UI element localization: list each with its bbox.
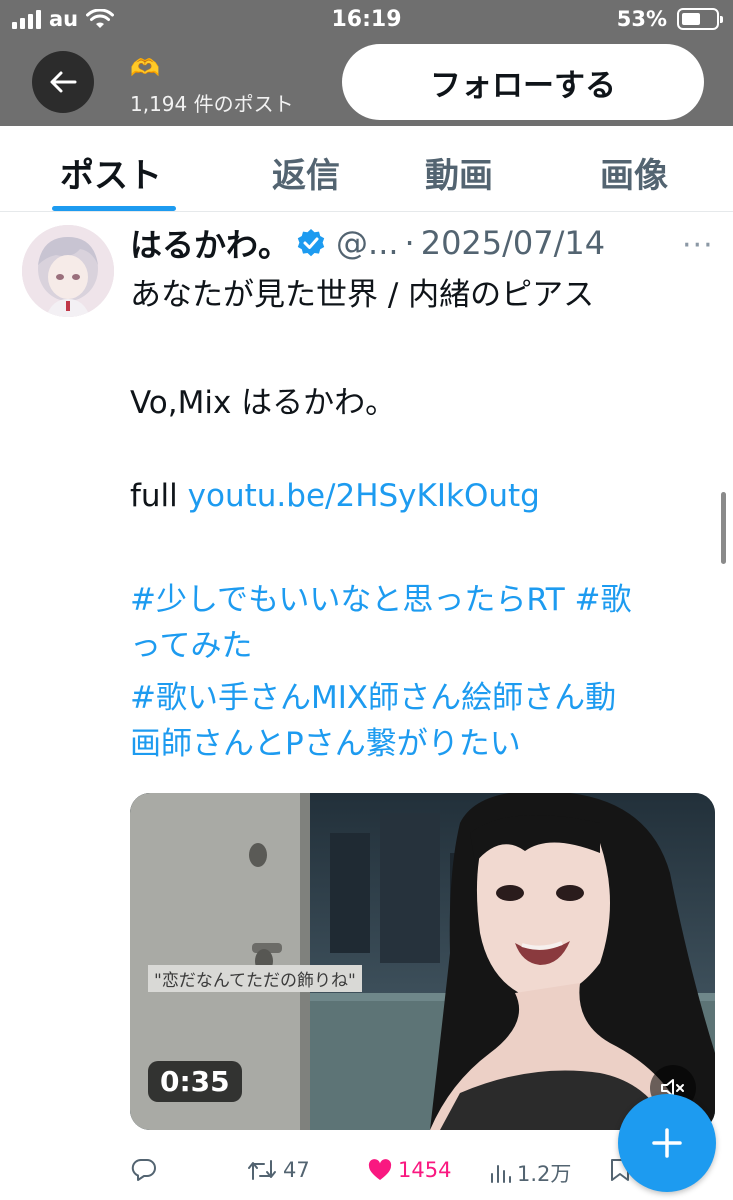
- post-text-line-3: full youtu.be/2HSyKIkOutg: [130, 473, 540, 519]
- more-options-icon[interactable]: ···: [682, 228, 714, 263]
- video-caption: "恋だなんてただの飾りね": [148, 965, 362, 992]
- youtube-link[interactable]: youtu.be/2HSyKIkOutg: [188, 478, 540, 514]
- reply-button[interactable]: [131, 1158, 157, 1182]
- back-arrow-icon: [50, 71, 77, 93]
- author-handle[interactable]: @...: [336, 224, 399, 262]
- battery-icon: [677, 8, 723, 30]
- status-right: 53%: [616, 7, 723, 31]
- hashtag-line-3[interactable]: #歌い手さんMIX師さん絵師さん動: [130, 675, 616, 721]
- scrollbar[interactable]: [721, 492, 726, 564]
- avatar-image: [22, 225, 114, 317]
- heart-icon: [368, 1159, 392, 1180]
- separator-dot: ·: [404, 224, 415, 262]
- post-header: はるかわ。 @... · 2025/07/14: [130, 222, 605, 264]
- reply-icon: [131, 1158, 156, 1181]
- retweet-button[interactable]: 47: [247, 1158, 310, 1182]
- tab-videos[interactable]: 動画: [425, 148, 493, 197]
- views-icon: [491, 1165, 511, 1183]
- battery-percent: 53%: [616, 7, 667, 31]
- like-count: 1454: [398, 1158, 452, 1182]
- post-text-line-2: Vo,Mix はるかわ。: [130, 385, 397, 421]
- plus-icon: [652, 1128, 682, 1158]
- retweet-count: 47: [283, 1158, 310, 1182]
- status-bar: au 16:19 53%: [0, 0, 733, 40]
- video-duration: 0:35: [148, 1061, 242, 1102]
- tab-posts[interactable]: ポスト: [60, 148, 162, 197]
- video-player[interactable]: "恋だなんてただの飾りね" 0:35: [130, 793, 715, 1130]
- retweet-icon: [248, 1160, 276, 1180]
- author-name[interactable]: はるかわ。: [130, 220, 290, 266]
- views-button[interactable]: 1.2万: [489, 1158, 571, 1188]
- compose-button[interactable]: [618, 1094, 716, 1192]
- follow-button[interactable]: フォローする: [342, 44, 704, 120]
- active-tab-indicator: [52, 206, 176, 211]
- hashtag-line-4[interactable]: 画師さんとPさん繋がりたい: [130, 721, 521, 767]
- profile-tabs: ポスト 返信 動画 画像: [0, 126, 733, 212]
- full-label: full: [130, 478, 178, 514]
- avatar[interactable]: [22, 225, 114, 317]
- post-text-line-1: あなたが見た世界 / 内緒のピアス: [130, 277, 595, 313]
- hashtag-line-1[interactable]: #少しでもいいなと思ったらRT #歌: [130, 577, 631, 623]
- post-count: 1,194 件のポスト: [130, 92, 294, 116]
- tab-images[interactable]: 画像: [600, 148, 668, 197]
- profile-header: 🫶 1,194 件のポスト フォローする: [0, 40, 733, 126]
- verified-badge-icon: [297, 229, 325, 257]
- view-count: 1.2万: [517, 1162, 572, 1186]
- profile-emoji: 🫶: [130, 54, 160, 82]
- back-button[interactable]: [32, 51, 94, 113]
- hashtag-line-2[interactable]: ってみた: [130, 623, 252, 669]
- like-button[interactable]: 1454: [368, 1158, 451, 1182]
- post-date[interactable]: 2025/07/14: [421, 224, 605, 262]
- tab-replies[interactable]: 返信: [272, 148, 340, 197]
